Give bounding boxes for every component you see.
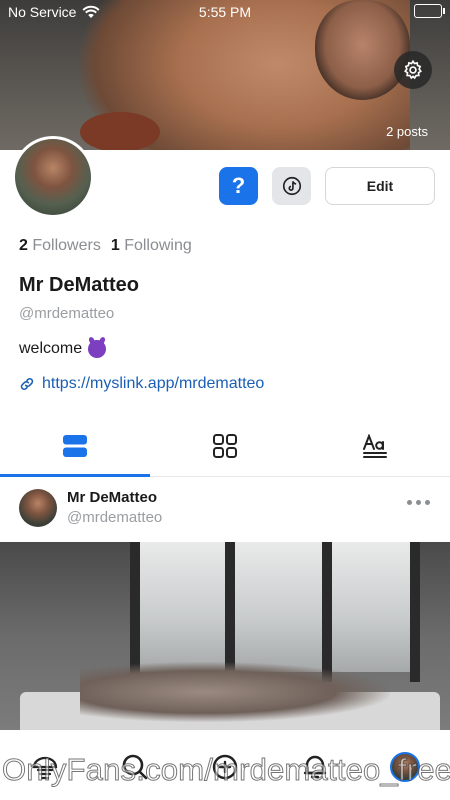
profile-bio: welcome: [19, 340, 107, 358]
edit-profile-button[interactable]: Edit: [325, 167, 435, 205]
watermark: OnlyFans.com/mrdematteo_free: [1, 752, 450, 788]
window-pane: [330, 542, 410, 672]
window-frame: [322, 542, 332, 682]
feed-view-icon: [63, 434, 87, 457]
gear-icon: [404, 59, 422, 80]
text-posts-icon: [363, 433, 387, 458]
tab-grid[interactable]: [150, 415, 300, 476]
window-frame: [130, 542, 140, 682]
window-pane: [235, 542, 325, 672]
profile-handle: @mrdematteo: [19, 305, 115, 322]
figure: [80, 662, 390, 722]
status-time: 5:55 PM: [198, 4, 252, 20]
window-frame: [225, 542, 235, 682]
post-author-avatar[interactable]: [19, 489, 57, 527]
tab-text-posts[interactable]: [300, 415, 450, 476]
profile-link[interactable]: https://myslink.app/mrdematteo: [19, 375, 264, 393]
followers-stat[interactable]: 2 Followers: [19, 237, 101, 255]
tiktok-icon: [282, 176, 301, 196]
window-pane: [140, 542, 230, 672]
cover-cloth: [80, 112, 160, 150]
tiktok-button[interactable]: [272, 167, 311, 205]
window-frame: [410, 542, 420, 682]
profile-stats: 2 Followers 1 Following: [19, 237, 192, 255]
profile-tabs: [0, 415, 450, 477]
status-bar: No Service 5:55 PM: [0, 0, 450, 26]
profile-avatar[interactable]: [12, 136, 94, 218]
following-stat[interactable]: 1 Following: [111, 237, 192, 255]
link-icon: [20, 377, 34, 391]
post-author-name[interactable]: Mr DeMatteo: [67, 489, 157, 506]
battery-icon: [414, 4, 445, 18]
devil-emoji-icon: [88, 340, 107, 358]
link-text: https://myslink.app/mrdematteo: [42, 375, 265, 392]
help-button[interactable]: ?: [219, 167, 258, 205]
bio-text: welcome: [19, 340, 83, 357]
avatar-image: [15, 139, 91, 215]
post-image[interactable]: [0, 542, 450, 730]
grid-view-icon: [213, 433, 237, 458]
posts-count: 2 posts: [386, 124, 428, 139]
cover-image: No Service 5:55 PM 2 posts: [0, 0, 450, 150]
more-options-icon[interactable]: [407, 500, 430, 505]
display-name: Mr DeMatteo: [19, 274, 140, 296]
settings-button[interactable]: [394, 51, 432, 89]
post-author-handle: @mrdematteo: [67, 509, 163, 526]
tab-feed[interactable]: [0, 415, 150, 477]
